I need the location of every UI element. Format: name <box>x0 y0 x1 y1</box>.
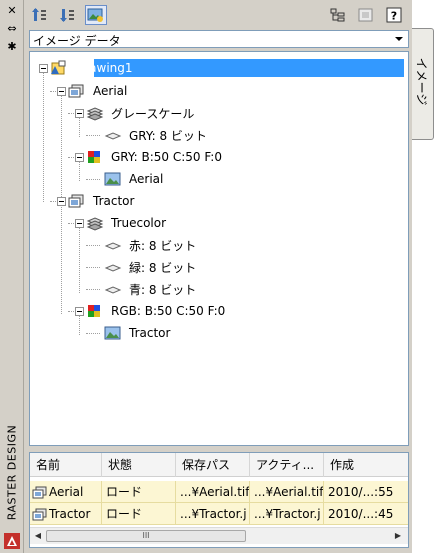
column-header-save-path[interactable]: 保存パス <box>176 453 250 477</box>
table-cell-status: ロード <box>102 481 176 503</box>
tree-node-label: 緑: 8 ビット <box>129 260 197 275</box>
scroll-right-icon[interactable]: ▶ <box>392 530 404 542</box>
view-select[interactable]: イメージ データ <box>29 30 409 48</box>
tree-node-label: 青: 8 ビット <box>129 282 197 297</box>
color-settings-icon <box>86 149 104 165</box>
image-view-button[interactable] <box>85 5 107 25</box>
tree-node-blue-bits[interactable]: 青: 8 ビット <box>104 280 199 298</box>
tree-node-tractor-image[interactable]: Tractor <box>104 324 173 342</box>
tree-view-icon <box>330 8 345 22</box>
drawing-icon <box>50 60 68 76</box>
band-icon <box>104 259 122 275</box>
table-cell-active-path: ...¥Tractor.j <box>250 503 324 525</box>
tree-node-tractor[interactable]: Tractor <box>68 192 137 210</box>
scroll-left-icon[interactable]: ◀ <box>32 530 44 542</box>
sort-ascending-button[interactable] <box>29 5 51 25</box>
tree-node-label: GRY: 8 ビット <box>129 128 207 143</box>
palette-title: RASTER DESIGN <box>5 424 19 521</box>
selection-highlight <box>94 59 404 77</box>
tree-expander-rgb-params[interactable] <box>75 307 84 316</box>
table-header: 名前 状態 保存パス アクティ... 作成 <box>30 453 408 477</box>
image-thumbnail-icon <box>104 325 122 341</box>
image-thumbnail-icon <box>104 171 122 187</box>
table-row[interactable]: Aerial ロード ...¥Aerial.tif ...¥Aerial.tif… <box>30 481 408 503</box>
band-icon <box>104 127 122 143</box>
sort-descending-icon <box>60 9 74 22</box>
close-button[interactable]: ✕ <box>4 4 20 18</box>
tree-node-drawing[interactable]: Drawing1 <box>50 59 136 77</box>
tree-view-button[interactable] <box>327 5 349 25</box>
tree-expander-grayscale[interactable] <box>75 109 84 118</box>
table-cell-name: Aerial <box>30 481 102 503</box>
tree-node-grayscale[interactable]: グレースケール <box>86 104 197 122</box>
image-view-icon <box>87 8 103 22</box>
table-cell-created: 2010/...:55 <box>324 481 408 503</box>
tree-node-label: Tractor <box>129 326 171 340</box>
svg-text:?: ? <box>391 10 397 23</box>
band-icon <box>104 237 122 253</box>
tree-node-label: Truecolor <box>111 216 167 230</box>
tree-expander-gry-params[interactable] <box>75 153 84 162</box>
table-cell-active-path: ...¥Aerial.tif <box>250 481 324 503</box>
autohide-button[interactable]: ⇔ <box>4 22 20 36</box>
view-select-value: イメージ データ <box>33 34 121 48</box>
toolbar: ? <box>24 0 412 30</box>
image-stack-icon <box>32 486 47 498</box>
tree-node-label: グレースケール <box>111 106 195 121</box>
image-data-panel: ? イメージ データ Drawing1 Aerial グレースケール GRY: … <box>24 0 412 553</box>
column-header-created[interactable]: 作成 <box>324 453 408 477</box>
raster-design-logo-icon <box>4 533 20 549</box>
column-header-active-path[interactable]: アクティ... <box>250 453 324 477</box>
table-cell-save-path: ...¥Aerial.tif <box>176 481 250 503</box>
right-tab-strip: イメージ <box>412 0 436 553</box>
tree-node-gry-bits[interactable]: GRY: 8 ビット <box>104 126 210 144</box>
tree-expander-root[interactable] <box>39 64 48 73</box>
scroll-thumb[interactable]: III <box>46 530 246 542</box>
tree-node-green-bits[interactable]: 緑: 8 ビット <box>104 258 199 276</box>
chevron-down-icon[interactable] <box>392 32 406 46</box>
image-stack-icon <box>32 508 47 520</box>
tree-node-aerial-image[interactable]: Aerial <box>104 170 166 188</box>
image-stack-icon <box>68 193 86 209</box>
tree-node-label: RGB: B:50 C:50 F:0 <box>111 304 226 318</box>
tree-node-label: Tractor <box>93 194 135 208</box>
tree-expander-aerial[interactable] <box>57 87 66 96</box>
frame-icon <box>358 8 373 22</box>
tree-expander-tractor[interactable] <box>57 197 66 206</box>
tree-expander-truecolor[interactable] <box>75 219 84 228</box>
properties-button[interactable]: ✱ <box>4 40 20 54</box>
tree-node-aerial[interactable]: Aerial <box>68 82 130 100</box>
image-stack-icon <box>68 83 86 99</box>
tree-node-label: Aerial <box>129 172 164 186</box>
tree-node-rgb-params[interactable]: RGB: B:50 C:50 F:0 <box>86 302 228 320</box>
color-settings-icon <box>86 303 104 319</box>
tree-node-red-bits[interactable]: 赤: 8 ビット <box>104 236 199 254</box>
table-row[interactable]: Tractor ロード ...¥Tractor.j ...¥Tractor.j … <box>30 503 408 525</box>
palette-title-strip: ✕ ⇔ ✱ RASTER DESIGN <box>0 0 24 553</box>
tree-node-label: GRY: B:50 C:50 F:0 <box>111 150 222 164</box>
image-table: 名前 状態 保存パス アクティ... 作成 Aerial ロード ...¥Aer… <box>29 452 409 548</box>
tree-node-label: Aerial <box>93 84 128 98</box>
sort-ascending-icon <box>32 8 46 21</box>
tree-node-gry-params[interactable]: GRY: B:50 C:50 F:0 <box>86 148 225 166</box>
table-cell-name: Tractor <box>30 503 102 525</box>
band-icon <box>104 281 122 297</box>
column-header-status[interactable]: 状態 <box>102 453 176 477</box>
table-cell-save-path: ...¥Tractor.j <box>176 503 250 525</box>
tree-node-truecolor[interactable]: Truecolor <box>86 214 169 232</box>
layers-icon <box>86 105 104 121</box>
column-header-name[interactable]: 名前 <box>30 453 102 477</box>
tab-image[interactable]: イメージ <box>412 28 434 140</box>
table-cell-created: 2010/...:45 <box>324 503 408 525</box>
help-icon: ? <box>386 7 402 23</box>
layers-icon <box>86 215 104 231</box>
help-button[interactable]: ? <box>383 5 405 25</box>
tree-node-label: 赤: 8 ビット <box>129 238 197 253</box>
tree-node-label: Drawing1 <box>75 61 133 75</box>
frame-button[interactable] <box>355 5 377 25</box>
table-cell-status: ロード <box>102 503 176 525</box>
image-tree: Drawing1 Aerial グレースケール GRY: 8 ビット GRY: <box>29 51 409 446</box>
horizontal-scrollbar[interactable]: ◀ III ▶ <box>30 527 408 544</box>
sort-descending-button[interactable] <box>57 5 79 25</box>
